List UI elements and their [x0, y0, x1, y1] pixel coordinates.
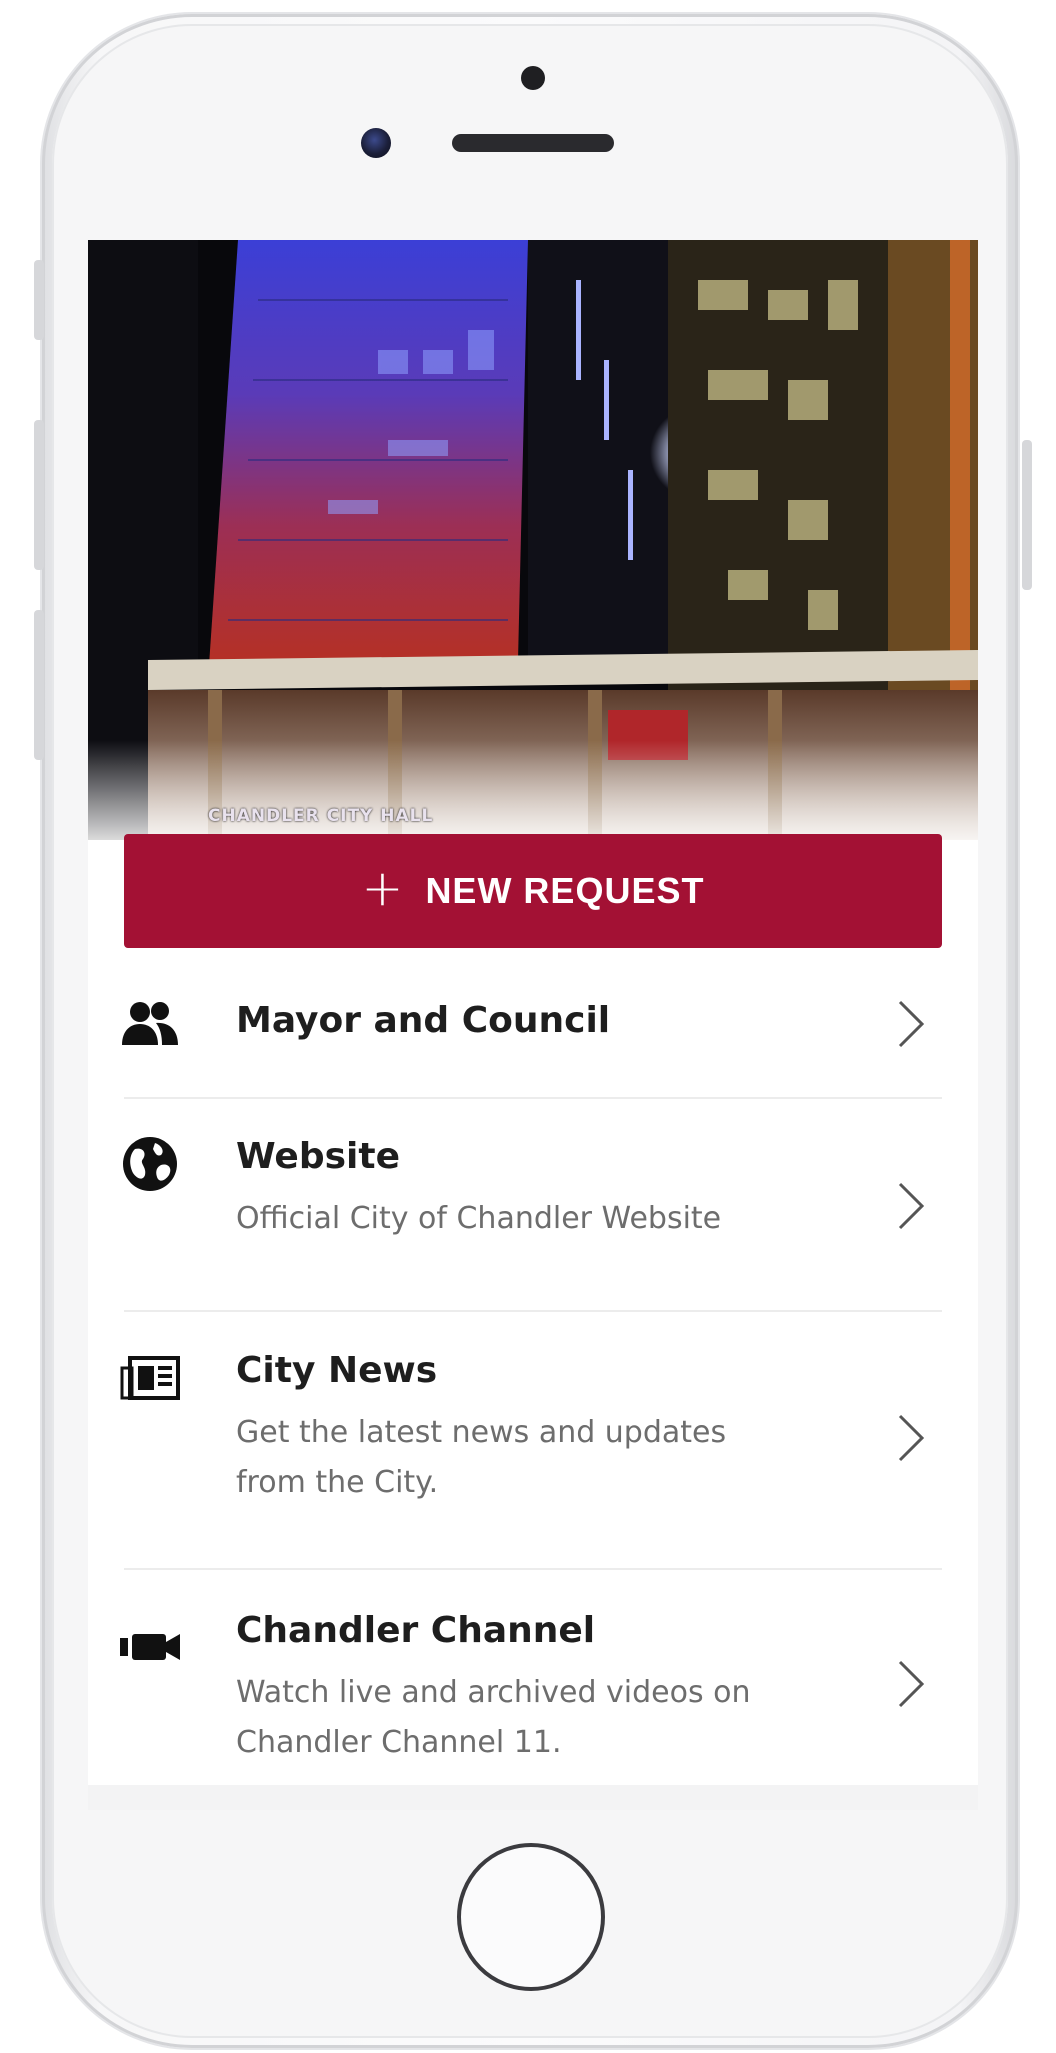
tab-bar-edge [88, 1785, 978, 1810]
earpiece-speaker [452, 134, 614, 152]
people-icon [118, 992, 182, 1056]
chevron-right-icon [898, 1182, 925, 1230]
menu-item-city-news[interactable]: City News Get the latest news and update… [88, 1312, 978, 1568]
side-button-power [1022, 440, 1032, 590]
side-button-silent [34, 260, 44, 340]
menu-item-title: City News [236, 1350, 438, 1391]
city-hall-photo [88, 240, 978, 840]
menu-item-description: Get the latest news and updates from the… [236, 1415, 727, 1500]
side-button-volume-down [34, 610, 44, 760]
menu-item-website[interactable]: Website Official City of Chandler Websit… [88, 1098, 978, 1310]
menu-item-title: Mayor and Council [236, 1000, 611, 1041]
chevron-right-icon [898, 1660, 925, 1708]
menu-item-description: Official City of Chandler Website [236, 1201, 722, 1236]
chevron-right-icon [898, 1000, 925, 1048]
chevron-right-icon [898, 1414, 925, 1462]
menu-list: Mayor and Council Website Official City … [88, 948, 978, 1760]
menu-item-title: Website [236, 1136, 401, 1177]
hero-image: CHANDLER CITY HALL [88, 240, 978, 840]
newspaper-icon [118, 1346, 182, 1410]
home-button[interactable] [457, 1843, 605, 1991]
new-request-button[interactable]: + NEW REQUEST [124, 834, 942, 948]
menu-item-chandler-channel[interactable]: Chandler Channel Watch live and archived… [88, 1570, 978, 1810]
menu-item-description: Watch live and archived videos on Chandl… [236, 1675, 751, 1760]
menu-item-mayor-and-council[interactable]: Mayor and Council [88, 948, 978, 1098]
video-camera-icon [118, 1614, 182, 1678]
front-camera [361, 128, 391, 158]
proximity-sensor [521, 66, 545, 90]
app-screen: CHANDLER CITY HALL + NEW REQUEST Mayor a… [88, 240, 978, 1810]
new-request-label: NEW REQUEST [425, 870, 705, 911]
plus-icon: + [361, 859, 404, 917]
hero-caption: CHANDLER CITY HALL [208, 806, 434, 826]
menu-item-title: Chandler Channel [236, 1610, 596, 1651]
side-button-volume-up [34, 420, 44, 570]
globe-icon [118, 1132, 182, 1196]
